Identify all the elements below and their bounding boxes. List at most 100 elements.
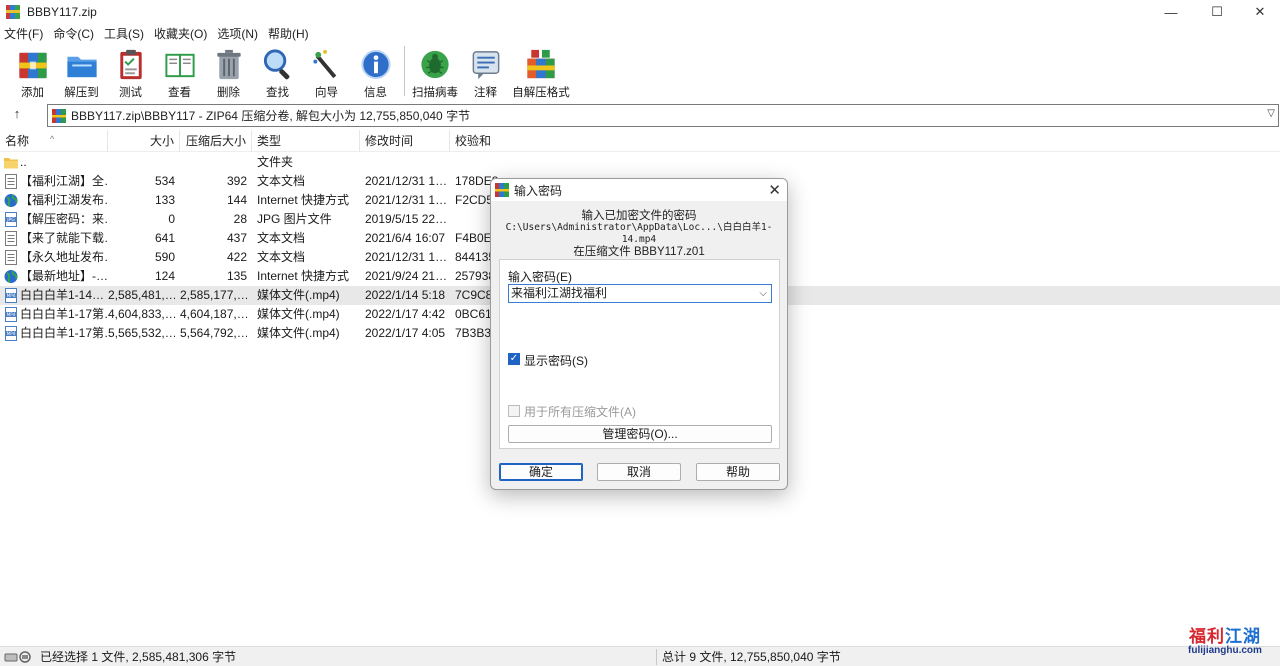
file-name: 【最新地址】-… [20, 269, 108, 283]
cancel-button[interactable]: 取消 [597, 463, 681, 481]
file-modified: 2021/6/4 16:07 [365, 231, 446, 245]
menu-tools[interactable]: 工具(S) [100, 25, 148, 42]
file-modified: 2022/1/17 4:05 [365, 326, 446, 340]
column-name-label: 名称 [5, 134, 30, 148]
info-icon [360, 49, 391, 80]
file-packed-size: 5,564,792,… [180, 326, 247, 340]
file-packed-size: 437 [226, 231, 247, 245]
file-name: 【来了就能下载… [20, 231, 108, 245]
add-button[interactable]: 添加 [8, 43, 57, 100]
menu-file[interactable]: 文件(F) [0, 25, 47, 42]
file-name: 白白白羊1-17第… [20, 307, 108, 321]
manage-passwords-button[interactable]: 管理密码(O)... [508, 425, 772, 443]
file-name: 白白白羊1-14… [20, 288, 105, 302]
comment-label: 注释 [474, 87, 497, 99]
status-bar: 已经选择 1 文件, 2,585,481,306 字节 总计 9 文件, 12,… [0, 646, 1280, 666]
file-modified: 2022/1/14 5:18 [365, 288, 446, 302]
file-row[interactable]: .. 文件夹 [0, 153, 1280, 172]
file-modified: 2022/1/17 4:42 [365, 307, 446, 321]
ok-button[interactable]: 确定 [499, 463, 583, 481]
file-packed-size: 144 [226, 193, 247, 207]
use-for-all-checkbox[interactable] [508, 405, 520, 417]
file-size: 5,565,532,… [108, 326, 175, 340]
file-size: 590 [154, 250, 175, 264]
file-modified [365, 153, 449, 172]
wizard-wand-icon [312, 49, 336, 79]
watermark-brand: 福利江湖 [1189, 627, 1261, 646]
title-bar: BBBY117.zip — ☐ ✕ [0, 0, 1280, 24]
column-name[interactable]: 名称 ^ [0, 130, 108, 152]
file-packed-size: 422 [226, 250, 247, 264]
file-size: 641 [154, 231, 175, 245]
file-size: 4,604,833,… [108, 307, 175, 321]
status-divider [656, 649, 657, 665]
close-button[interactable]: ✕ [1237, 0, 1280, 24]
column-type[interactable]: 类型 [252, 130, 360, 152]
comment-button[interactable]: 注释 [461, 43, 510, 100]
dialog-prompt: 输入已加密文件的密码 [581, 210, 697, 222]
chevron-down-icon[interactable]: ▽ [1267, 108, 1275, 119]
column-modified[interactable]: 修改时间 [360, 130, 450, 152]
archive-volume-text: 在压缩文件 BBBY117.z01 [573, 246, 705, 258]
test-button[interactable]: 测试 [106, 43, 155, 100]
menu-help[interactable]: 帮助(H) [264, 25, 313, 42]
test-clipboard-icon [119, 49, 142, 80]
file-modified: 2021/12/31 1… [365, 250, 448, 264]
extract-to-button[interactable]: 解压到 [57, 43, 106, 100]
file-type: Internet 快捷方式 [257, 269, 350, 283]
watermark-logo: 福利江湖 fulijianghu.com [1180, 622, 1270, 662]
svg-text:JPG: JPG [6, 217, 15, 223]
winrar-icon [495, 183, 509, 197]
info-button[interactable]: 信息 [351, 43, 400, 100]
extract-to-label: 解压到 [64, 87, 99, 99]
trash-icon [216, 49, 241, 80]
address-bar: ↑ BBBY117.zip\BBBY117 - ZIP64 压缩分卷, 解包大小… [0, 103, 1280, 127]
virus-scan-icon [421, 50, 449, 79]
help-button[interactable]: 帮助 [696, 463, 780, 481]
delete-button[interactable]: 删除 [204, 43, 253, 100]
file-modified: 2021/12/31 1… [365, 193, 448, 207]
dialog-close-icon[interactable]: ✕ [768, 181, 781, 199]
column-crc[interactable]: 校验和 [450, 130, 510, 152]
chevron-down-icon[interactable]: ⌵ [759, 285, 767, 302]
up-arrow-icon[interactable]: ↑ [8, 106, 26, 124]
sfx-label: 自解压格式 [512, 87, 570, 99]
sfx-button[interactable]: 自解压格式 [510, 43, 572, 100]
menu-command[interactable]: 命令(C) [49, 25, 98, 42]
view-button[interactable]: 查看 [155, 43, 204, 100]
wizard-button[interactable]: 向导 [302, 43, 351, 100]
file-name: 【永久地址发布… [20, 250, 108, 264]
column-packed[interactable]: 压缩后大小 [180, 130, 252, 152]
virus-scan-button[interactable]: 扫描病毒 [409, 43, 461, 100]
find-label: 查找 [266, 87, 289, 99]
file-modified: 2021/12/31 1… [365, 174, 448, 188]
path-field[interactable]: BBBY117.zip\BBBY117 - ZIP64 压缩分卷, 解包大小为 … [47, 104, 1279, 127]
menu-options[interactable]: 选项(N) [213, 25, 262, 42]
show-password-checkbox[interactable]: ✓ [508, 353, 520, 365]
file-packed-size: 135 [226, 269, 247, 283]
file-packed-size: 4,604,187,… [180, 307, 247, 321]
toolbar-divider [404, 46, 405, 96]
column-header-row: 名称 ^ 大小 压缩后大小 类型 修改时间 校验和 [0, 130, 1280, 152]
file-name: 白白白羊1-17第… [20, 326, 108, 340]
file-size: 124 [154, 269, 175, 283]
file-type: 媒体文件(.mp4) [257, 326, 340, 340]
find-button[interactable]: 查找 [253, 43, 302, 100]
svg-text:MP4: MP4 [7, 312, 16, 317]
file-size: 534 [154, 174, 175, 188]
dialog-info: 输入已加密文件的密码 C:\Users\Administrator\AppDat… [491, 210, 787, 258]
file-size: 133 [154, 193, 175, 207]
file-crc [455, 153, 500, 172]
drive-icon [4, 651, 31, 663]
view-label: 查看 [168, 87, 191, 99]
use-for-all-label[interactable]: 用于所有压缩文件(A) [524, 403, 636, 420]
path-text: BBBY117.zip\BBBY117 - ZIP64 压缩分卷, 解包大小为 … [71, 109, 471, 123]
view-book-icon [164, 53, 195, 78]
show-password-label[interactable]: 显示密码(S) [524, 352, 588, 369]
menu-favorites[interactable]: 收藏夹(O) [150, 25, 211, 42]
file-size [108, 153, 175, 172]
maximize-button[interactable]: ☐ [1194, 0, 1240, 24]
password-input[interactable]: 来福利江湖找福利 ⌵ [508, 284, 772, 303]
minimize-button[interactable]: — [1148, 0, 1194, 24]
column-size[interactable]: 大小 [108, 130, 180, 152]
